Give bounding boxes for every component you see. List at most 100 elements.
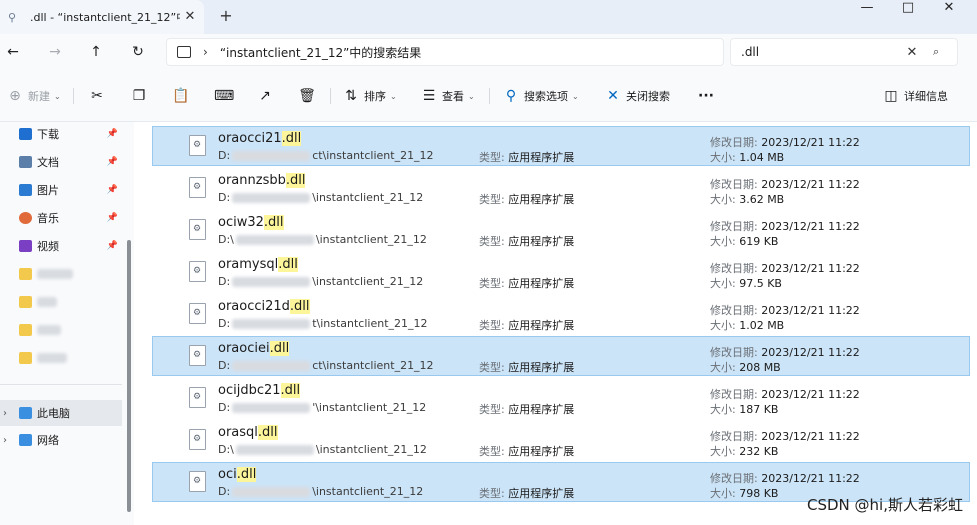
sidebar-item-folder[interactable] [0,262,122,286]
search-icon[interactable]: ⌕ [933,45,947,59]
file-row[interactable]: ⚙ oraociei.dll D: ct\instantclient_21_12 类型:… [152,336,970,376]
redacted-label [37,297,57,307]
copy-button[interactable]: ❐ [130,86,148,106]
view-button[interactable]: ☰ 查看 ⌄ [420,86,475,106]
file-type: 类型: 应用程序扩展 [479,443,574,459]
navigation-pane: 下载 📌 文档 📌 图片 📌 音乐 📌 视频 📌 › 此电脑 › 网络 [0,122,134,525]
chevron-right-icon[interactable]: › [3,435,7,446]
file-path: D: ct\instantclient_21_12 [218,359,434,372]
chevron-right-icon[interactable]: › [203,45,208,59]
up-button[interactable]: ↑ [86,42,106,62]
file-size: 大小: 97.5 KB [710,275,782,291]
file-row[interactable]: ⚙ oraocci21d.dll D: t\instantclient_21_12 类型… [152,294,970,334]
date-key: 修改日期: [710,136,762,149]
search-options-button[interactable]: ⚲ 搜索选项 ⌄ [502,86,579,106]
chevron-right-icon[interactable]: › [3,408,7,419]
date-value: 2023/12/21 11:22 [761,178,860,191]
file-row[interactable]: ⚙ ocijdbc21.dll D: '\instantclient_21_12 类型:… [152,378,970,418]
sidebar-item-downloads[interactable]: 下载 📌 [0,122,122,146]
gear-icon: ⚙ [193,182,202,192]
folder-icon [19,352,32,364]
dll-file-icon: ⚙ [189,135,206,156]
sort-button[interactable]: ⇅ 排序 ⌄ [342,86,397,106]
forward-button[interactable]: → [45,42,65,62]
chevron-down-icon: ⌄ [572,91,579,101]
sidebar-item-videos[interactable]: 视频 📌 [0,234,122,258]
delete-button[interactable]: 🗑 [298,86,316,106]
download-icon [19,128,32,140]
more-options-button[interactable]: ··· [698,86,714,106]
rename-icon: ⌨ [214,88,235,104]
size-key: 大小: [710,403,740,416]
file-type: 类型: 应用程序扩展 [479,233,574,249]
sidebar-scrollbar[interactable] [127,240,131,512]
type-key: 类型: [479,487,509,500]
divider [73,88,74,104]
dll-file-icon: ⚙ [189,303,206,324]
size-value: 1.04 MB [739,151,785,164]
refresh-button[interactable]: ↻ [128,42,148,62]
file-modified-date: 修改日期: 2023/12/21 11:22 [710,386,860,402]
search-input[interactable]: .dll [741,45,905,59]
address-bar[interactable]: › “instantclient_21_12”中的搜索结果 [166,38,724,66]
path-suffix: ct\instantclient_21_12 [312,359,434,372]
redacted-label [37,325,61,335]
minimize-button[interactable]: — [846,0,888,18]
rename-button[interactable]: ⌨ [214,86,235,106]
file-path: D:\ \instantclient_21_12 [218,443,427,456]
file-type: 类型: 应用程序扩展 [479,191,574,207]
search-options-label: 搜索选项 [524,90,568,103]
size-value: 187 KB [739,403,779,416]
dll-file-icon: ⚙ [189,219,206,240]
gear-icon: ⚙ [193,140,202,150]
paste-button[interactable]: 📋 [172,86,190,106]
path-suffix: \instantclient_21_12 [312,275,424,288]
new-label: 新建 [28,90,50,103]
size-value: 1.02 MB [739,319,785,332]
sidebar-item-pictures[interactable]: 图片 📌 [0,178,122,202]
path-suffix: \instantclient_21_12 [315,443,427,456]
type-value: 应用程序扩展 [508,403,575,416]
date-key: 修改日期: [710,472,762,485]
file-name-stem: orasql [218,425,258,440]
new-button[interactable]: ⊕ 新建 ⌄ [6,86,61,106]
sidebar-item-network[interactable]: › 网络 [0,428,122,452]
copy-icon: ❐ [132,88,146,104]
file-row[interactable]: ⚙ oramysql.dll D: \instantclient_21_12 类型: 应… [152,252,970,292]
pin-icon: 📌 [106,129,118,139]
file-row[interactable]: ⚙ orasql.dll D:\ \instantclient_21_12 类型: 应用… [152,420,970,460]
document-icon [19,156,32,168]
tab-close-button[interactable]: ✕ [182,9,198,24]
back-button[interactable]: ← [3,42,23,62]
gear-icon: ⚙ [193,476,202,486]
address-row: ← → ↑ ↻ › “instantclient_21_12”中的搜索结果 .d… [0,34,977,70]
type-value: 应用程序扩展 [508,487,575,500]
size-key: 大小: [710,235,740,248]
date-value: 2023/12/21 11:22 [761,136,860,149]
sidebar-item-folder[interactable] [0,290,122,314]
type-key: 类型: [479,151,509,164]
search-box[interactable]: .dll ✕ ⌕ [730,38,958,66]
maximize-button[interactable]: □ [887,0,929,18]
size-key: 大小: [710,193,740,206]
clear-search-icon[interactable]: ✕ [905,45,919,60]
computer-icon [177,46,191,58]
file-row[interactable]: ⚙ ociw32.dll D:\ \instantclient_21_12 类型: 应用… [152,210,970,250]
sidebar-item-this-pc[interactable]: › 此电脑 [0,400,122,426]
details-pane-button[interactable]: ◫ 详细信息 [882,86,948,106]
sidebar-item-documents[interactable]: 文档 📌 [0,150,122,174]
date-value: 2023/12/21 11:22 [761,388,860,401]
close-search-button[interactable]: ✕ 关闭搜索 [604,86,670,106]
close-window-button[interactable]: ✕ [928,0,970,18]
cut-button[interactable]: ✂ [88,86,106,106]
new-tab-button[interactable]: + [217,7,235,25]
share-button[interactable]: ↗ [256,86,274,106]
title-bar: ⚲ .dll - “instantclient_21_12”中的搜 ✕ + — … [0,0,977,34]
tab-search-results[interactable]: ⚲ .dll - “instantclient_21_12”中的搜 ✕ [0,0,204,34]
sidebar-item-folder[interactable] [0,318,122,342]
file-row[interactable]: ⚙ oraocci21.dll D: ct\instantclient_21_12 类型… [152,126,970,166]
sidebar-item-music[interactable]: 音乐 📌 [0,206,122,230]
file-path: D: \instantclient_21_12 [218,485,423,498]
sidebar-item-folder[interactable] [0,346,122,370]
file-row[interactable]: ⚙ orannzsbb.dll D: \instantclient_21_12 类型: … [152,168,970,208]
